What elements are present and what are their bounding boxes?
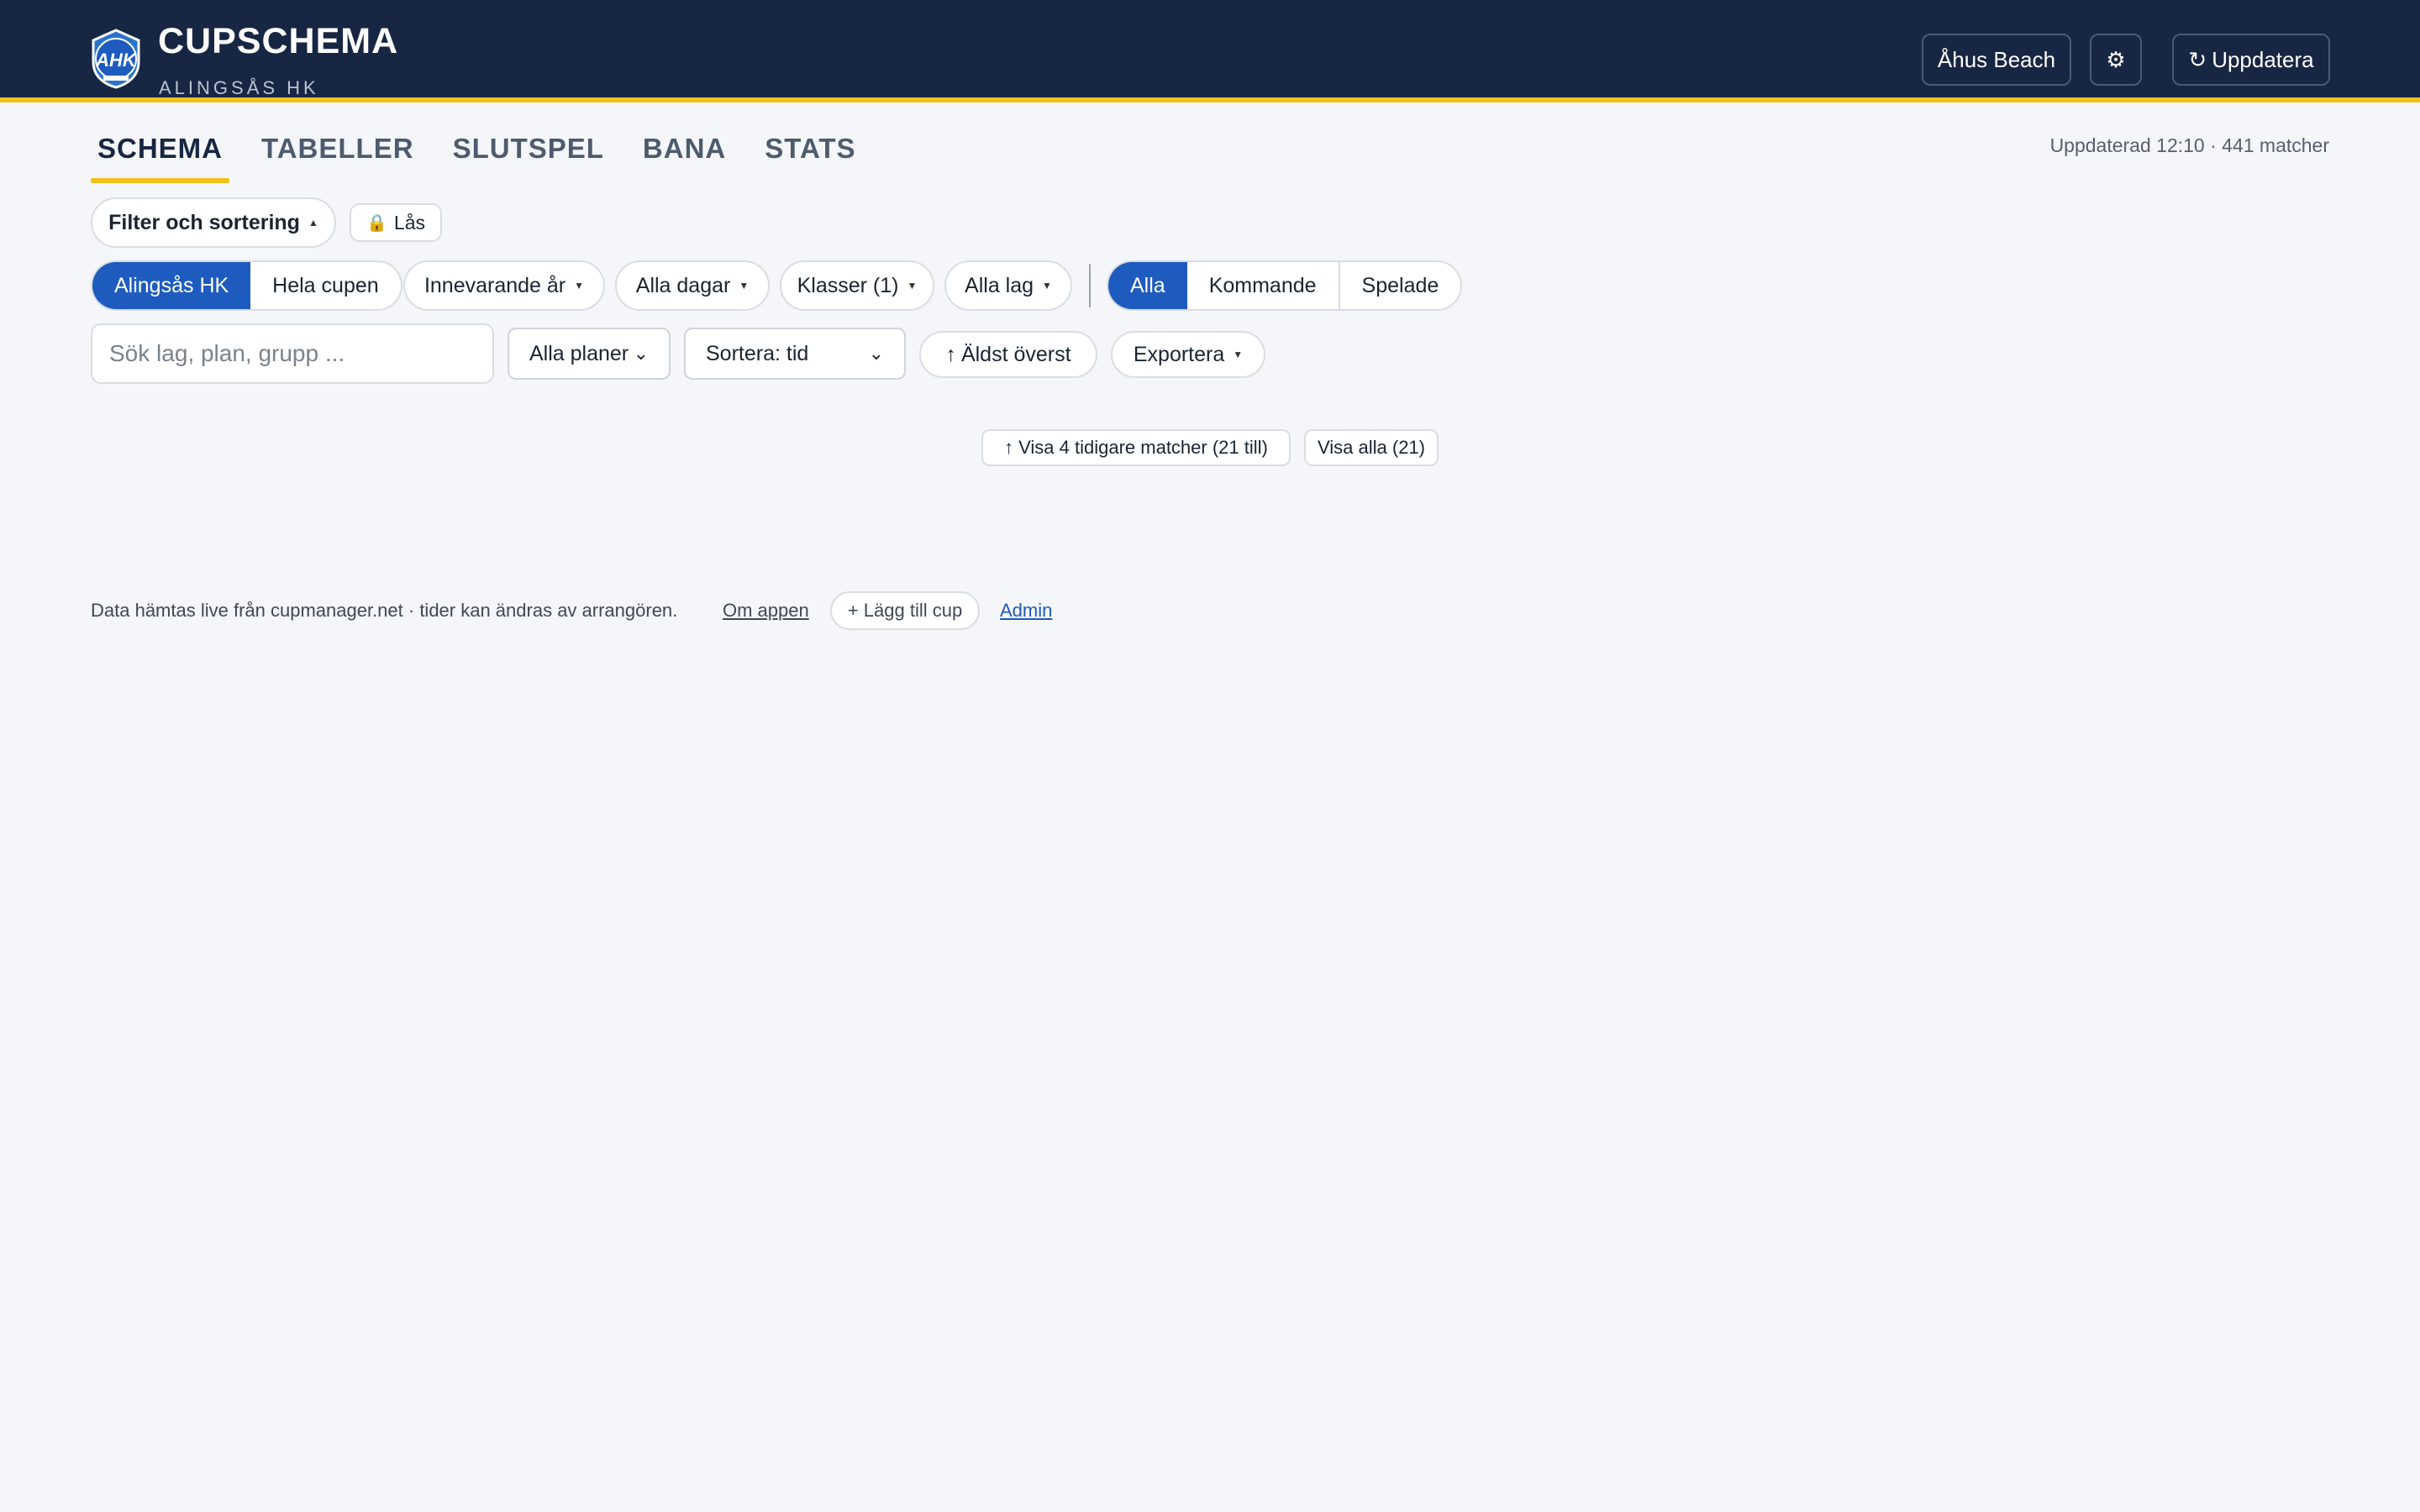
caret-down-icon: ▼ <box>907 280 918 291</box>
export-dropdown[interactable]: Exportera ▼ <box>1111 331 1265 378</box>
status-all[interactable]: Alla <box>1108 262 1187 309</box>
caret-down-icon: ▼ <box>739 280 750 291</box>
tab-schema[interactable]: SCHEMA <box>91 126 230 183</box>
teams-dropdown-label: Alla lag <box>965 273 1034 297</box>
update-button[interactable]: ↻ Uppdatera <box>2172 34 2330 86</box>
main-tabs: SCHEMA TABELLER SLUTSPEL BANA STATS <box>91 126 888 185</box>
caret-down-icon: ▼ <box>1042 280 1052 291</box>
tab-tabeller[interactable]: TABELLER <box>255 126 421 183</box>
footer-note: Data hämtas live från cupmanager.net · t… <box>91 600 678 621</box>
filter-divider <box>1089 264 1091 307</box>
about-link[interactable]: Om appen <box>723 600 809 622</box>
search-input[interactable] <box>91 323 494 384</box>
status-upcoming[interactable]: Kommande <box>1187 262 1339 309</box>
show-earlier-label: Visa 4 tidigare matcher (21 till) <box>1018 437 1268 458</box>
filter-toggle-label: Filter och sortering <box>108 210 300 234</box>
caret-up-icon: ▲ <box>308 217 318 228</box>
update-button-label: Uppdatera <box>2212 46 2314 72</box>
tab-bana[interactable]: BANA <box>636 126 733 183</box>
club-name: ALINGSÅS HK <box>159 77 319 98</box>
gear-icon: ⚙ <box>2106 46 2126 72</box>
order-toggle-button[interactable]: ↑ Äldst överst <box>919 331 1097 378</box>
add-cup-button[interactable]: + Lägg till cup <box>830 591 980 630</box>
tab-stats[interactable]: STATS <box>758 126 862 183</box>
show-earlier-button[interactable]: ↑ Visa 4 tidigare matcher (21 till) <box>981 429 1291 466</box>
days-dropdown-label: Alla dagar <box>635 273 731 297</box>
sort-select-value: Sortera: tid <box>706 341 809 365</box>
match-status-segment: Alla Kommande Spelade <box>1107 260 1463 311</box>
teams-dropdown[interactable]: Alla lag ▼ <box>944 260 1072 311</box>
lock-icon: 🔒 <box>366 213 387 233</box>
refresh-icon: ↻ <box>2188 46 2207 72</box>
chevron-down-icon: ⌄ <box>633 343 649 364</box>
year-dropdown[interactable]: Innevarande år ▼ <box>403 260 605 311</box>
fields-select-value: Alla planer <box>529 341 629 365</box>
order-toggle-label: Äldst överst <box>960 342 1071 366</box>
scope-segment: Alingsås HK Hela cupen <box>91 260 402 311</box>
caret-down-icon: ▼ <box>574 280 585 291</box>
year-dropdown-label: Innevarande år <box>424 273 566 297</box>
chevron-down-icon: ⌄ <box>868 343 884 364</box>
status-played[interactable]: Spelade <box>1338 262 1461 309</box>
days-dropdown[interactable]: Alla dagar ▼ <box>615 260 770 311</box>
update-status: Uppdaterad 12:10 · 441 matcher <box>2049 134 2329 156</box>
app-header: AHK CUPSCHEMA ALINGSÅS HK Åhus Beach ⚙ ↻… <box>0 0 2420 102</box>
club-logo-icon: AHK <box>92 29 140 89</box>
arrow-up-icon: ↑ <box>945 342 956 366</box>
settings-button[interactable]: ⚙ <box>2090 34 2142 86</box>
classes-dropdown-label: Klasser (1) <box>797 273 899 297</box>
lock-label: Lås <box>393 211 425 234</box>
show-all-button[interactable]: Visa alla (21) <box>1304 429 1439 466</box>
tab-slutspel[interactable]: SLUTSPEL <box>446 126 611 183</box>
app-title: CUPSCHEMA <box>158 21 399 61</box>
cup-selector-button[interactable]: Åhus Beach <box>1922 34 2071 86</box>
scope-whole-cup[interactable]: Hela cupen <box>250 262 400 309</box>
export-label: Exportera <box>1133 342 1225 366</box>
scope-club[interactable]: Alingsås HK <box>92 262 251 309</box>
fields-select[interactable]: Alla planer ⌄ <box>508 328 671 380</box>
caret-down-icon: ▼ <box>1233 349 1244 360</box>
sort-select[interactable]: Sortera: tid ⌄ <box>684 328 906 380</box>
filter-toggle-button[interactable]: Filter och sortering ▲ <box>91 197 336 248</box>
arrow-up-icon: ↑ <box>1004 437 1014 458</box>
admin-link[interactable]: Admin <box>1000 600 1052 622</box>
classes-dropdown[interactable]: Klasser (1) ▼ <box>780 260 934 311</box>
svg-text:AHK: AHK <box>95 50 138 71</box>
lock-button[interactable]: 🔒 Lås <box>350 203 442 242</box>
